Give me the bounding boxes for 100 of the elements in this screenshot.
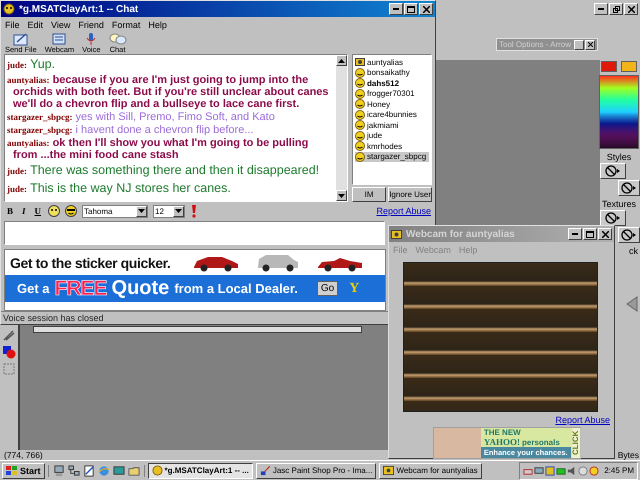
maximize-icon <box>407 6 415 12</box>
ad-logo: Y <box>349 280 360 296</box>
go-button[interactable]: Go <box>316 281 338 296</box>
minimize-button[interactable] <box>594 3 608 15</box>
user-list-item[interactable]: auntyalias <box>355 57 429 68</box>
italic-button[interactable]: I <box>20 206 28 216</box>
close-icon <box>602 230 608 238</box>
message-input[interactable] <box>4 221 385 245</box>
folder-icon[interactable] <box>128 464 140 476</box>
menu-item[interactable]: Format <box>112 20 140 30</box>
ad-brand: YAHOO! <box>484 437 520 447</box>
ad-banner[interactable]: Get to the sticker quicker. Get a FREE Quote from a Local Dealer. Go Y <box>4 249 386 311</box>
window-title: *g.MSATClayArt:1 -- Chat <box>19 4 140 14</box>
monitor-icon[interactable] <box>534 466 544 476</box>
taskbar-button[interactable]: *g.MSATClayArt:1 -- ... <box>148 462 253 478</box>
pencil-icon[interactable] <box>2 328 16 342</box>
computer-icon[interactable] <box>52 464 65 476</box>
triangle-icon[interactable] <box>626 296 638 312</box>
user-list-item[interactable]: stargazer_sbpcg <box>355 152 429 162</box>
close-button[interactable] <box>624 3 638 15</box>
restore-icon <box>612 6 620 12</box>
ad-offer-text: FREE <box>54 276 107 300</box>
report-abuse-link[interactable]: Report Abuse <box>376 206 431 216</box>
minimize-button[interactable] <box>389 3 403 15</box>
scrollbar[interactable] <box>336 55 347 201</box>
circle-icon[interactable] <box>578 466 588 476</box>
emoticon-icon[interactable] <box>48 205 60 217</box>
menu-item[interactable]: Help <box>148 20 167 30</box>
user-action-button[interactable]: IM <box>352 187 386 202</box>
status-text: Voice session has closed <box>3 313 104 323</box>
close-button[interactable] <box>585 40 595 50</box>
close-icon <box>588 42 592 47</box>
style-button[interactable] <box>600 163 626 179</box>
size-dropdown[interactable]: 12 <box>153 204 186 218</box>
window-icon[interactable] <box>545 466 556 476</box>
clock: 2:45 PM <box>604 466 634 475</box>
chat-message: jude: This is the way NJ stores her canes. <box>7 180 232 197</box>
user-list-item[interactable]: jude <box>355 130 429 141</box>
user-list-item[interactable]: frogger70301 <box>355 88 429 99</box>
style-button[interactable] <box>618 180 640 196</box>
menu-item[interactable]: Friend <box>78 20 104 30</box>
menu-item[interactable]: Edit <box>28 20 44 30</box>
maximize-button[interactable] <box>404 3 418 15</box>
ad-text: personals <box>522 438 560 447</box>
user-list-item[interactable]: icare4bunnies <box>355 110 429 120</box>
underline-button[interactable]: U <box>32 206 44 216</box>
close-button[interactable] <box>598 228 612 240</box>
report-abuse-link[interactable]: Report Abuse <box>555 415 610 425</box>
cursor-coordinates: (774, 766) <box>4 450 43 460</box>
notepad-icon[interactable] <box>82 464 95 476</box>
user-list-item[interactable]: bonsaikathy <box>355 68 429 78</box>
taskbar-button[interactable]: Jasc Paint Shop Pro - Ima... <box>256 462 376 478</box>
bold-button[interactable]: B <box>5 206 16 216</box>
ad-offer-text: from a Local Dealer. <box>174 281 298 296</box>
restore-button[interactable] <box>574 40 584 50</box>
close-icon <box>628 6 634 12</box>
scroll-down-button[interactable] <box>336 190 347 201</box>
no-symbol-icon <box>605 165 621 177</box>
shapes-icon[interactable] <box>2 345 16 359</box>
chat-message: jude: Yup. <box>7 56 56 73</box>
minimize-icon <box>393 8 399 10</box>
dropdown-arrow-icon <box>175 209 182 213</box>
styles-label: Styles <box>606 152 632 162</box>
speaker-icon[interactable] <box>567 466 578 476</box>
document-icon <box>12 32 30 46</box>
user-list-item[interactable]: dahs512 <box>355 78 429 88</box>
maximize-icon <box>586 230 594 238</box>
ad-offer-text: Get a <box>17 281 50 296</box>
menu-item[interactable]: View <box>51 20 70 30</box>
menu-item[interactable]: File <box>5 20 20 30</box>
user-list-item[interactable]: jakmiami <box>355 120 429 130</box>
color-swatch[interactable] <box>601 61 617 72</box>
network-icon[interactable] <box>68 464 80 476</box>
chat-message: stargazer_sbpcg: i havent done a chevron flip before... <box>7 124 254 136</box>
minimize-button[interactable] <box>568 228 582 240</box>
scroll-up-button[interactable] <box>336 55 347 66</box>
texture-button[interactable] <box>600 210 626 226</box>
close-button[interactable] <box>419 3 433 15</box>
exclamation-icon[interactable] <box>190 204 198 218</box>
user-action-button[interactable]: Ignore User <box>388 187 432 202</box>
windows-logo-icon <box>6 466 18 476</box>
color-spectrum[interactable] <box>599 75 639 149</box>
font-dropdown[interactable]: Tahoma <box>82 204 148 218</box>
desktop-icon[interactable] <box>112 464 125 476</box>
restore-button[interactable] <box>609 3 623 15</box>
close-icon <box>422 6 430 12</box>
window-title: Webcam for auntyalias <box>406 228 516 240</box>
maximize-button[interactable] <box>583 228 597 240</box>
sunglasses-smiley-icon[interactable] <box>65 205 78 217</box>
taskbar-button[interactable]: Webcam for auntyalias <box>379 462 482 478</box>
user-list-item[interactable]: Honey <box>355 99 429 110</box>
user-list-item[interactable]: kmrhodes <box>355 141 429 152</box>
battery-icon[interactable] <box>556 466 566 476</box>
webcam-icon <box>50 32 68 46</box>
color-swatch[interactable] <box>621 61 637 72</box>
texture-button[interactable] <box>618 227 640 243</box>
webcam-icon <box>383 465 394 476</box>
chat-message: jude: There was something there and then it disappeared! <box>7 162 320 179</box>
dropdown-arrow-icon <box>138 209 146 213</box>
start-button[interactable]: Start <box>2 462 45 478</box>
